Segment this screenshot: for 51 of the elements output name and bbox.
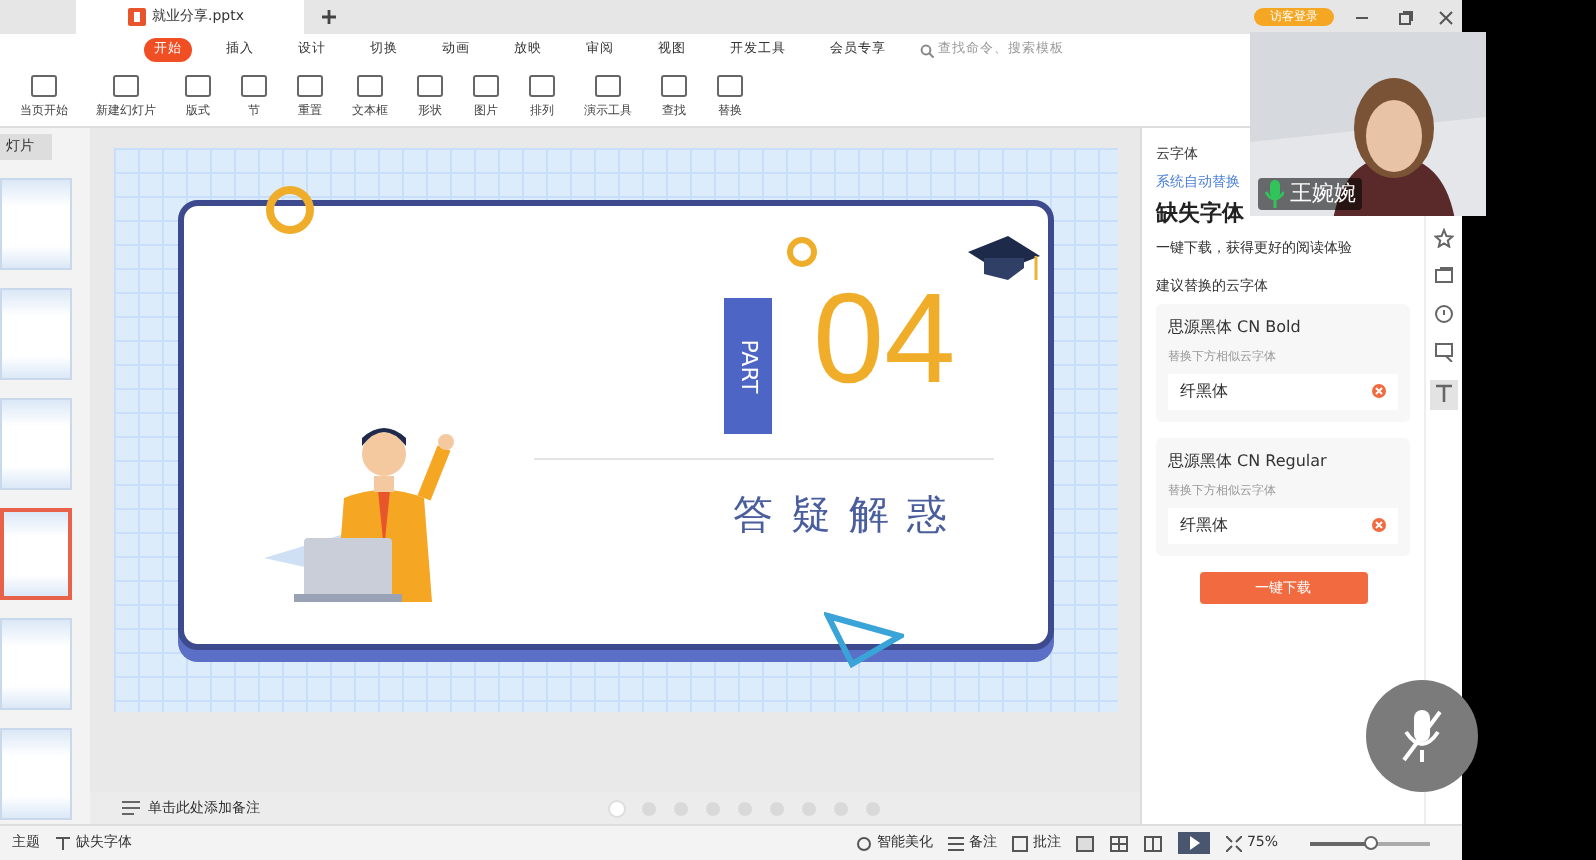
frame-icon — [240, 74, 268, 98]
remove-icon[interactable] — [1372, 518, 1386, 532]
section-heading: 答疑解惑 — [733, 488, 965, 542]
search-icon — [920, 43, 934, 57]
replacement-font[interactable]: 纤黑体 — [1180, 513, 1228, 537]
frame-icon — [660, 74, 688, 98]
frame-icon — [356, 74, 384, 98]
replacement-font[interactable]: 纤黑体 — [1180, 379, 1228, 403]
panel-title: 缺失字体 — [1156, 198, 1246, 230]
notes-icon — [122, 800, 140, 816]
frame-icon — [112, 74, 140, 98]
fit-icon[interactable] — [1226, 835, 1243, 851]
star-icon[interactable] — [1434, 228, 1454, 248]
notes-icon[interactable] — [948, 835, 965, 851]
frame-icon — [184, 74, 212, 98]
book-view-icon[interactable] — [1144, 835, 1163, 851]
play-icon[interactable] — [1178, 832, 1211, 854]
font-name: 思源黑体 CN Regular — [1168, 449, 1329, 473]
frame-icon — [716, 74, 744, 98]
zoom-slider-thumb[interactable] — [1364, 835, 1378, 849]
close-icon[interactable] — [1438, 9, 1454, 25]
comment-icon[interactable] — [1012, 835, 1029, 851]
page-dot[interactable] — [610, 802, 624, 816]
frame-icon — [30, 74, 58, 98]
section-number: 04 — [813, 274, 956, 402]
normal-view-icon[interactable] — [1076, 835, 1095, 851]
microphone-icon — [1264, 179, 1284, 208]
document-icon — [128, 8, 146, 26]
frame-icon — [296, 74, 324, 98]
window-icon[interactable] — [1434, 266, 1454, 286]
ring-icon — [783, 234, 819, 270]
font-name: 思源黑体 CN Bold — [1168, 315, 1303, 339]
frame-icon — [528, 74, 556, 98]
frame-icon — [472, 74, 500, 98]
ring-icon — [263, 184, 315, 236]
help-icon[interactable] — [1434, 304, 1454, 324]
grid-view-icon[interactable] — [1110, 835, 1129, 851]
muted-microphone-icon — [1398, 706, 1446, 766]
text-icon[interactable] — [1434, 384, 1454, 405]
plus-icon[interactable] — [320, 8, 338, 26]
triangle-icon — [823, 612, 903, 668]
restore-icon[interactable] — [1398, 9, 1414, 25]
frame-icon — [594, 74, 622, 98]
circle-icon[interactable] — [856, 835, 873, 851]
screen-icon[interactable] — [1434, 342, 1454, 362]
slide-thumbnail[interactable] — [0, 507, 72, 599]
text-icon[interactable] — [56, 835, 72, 851]
speaker-name: 王婉婉 — [1290, 177, 1356, 209]
frame-icon — [416, 74, 444, 98]
remove-icon[interactable] — [1372, 384, 1386, 398]
part-label: PART — [733, 338, 764, 394]
